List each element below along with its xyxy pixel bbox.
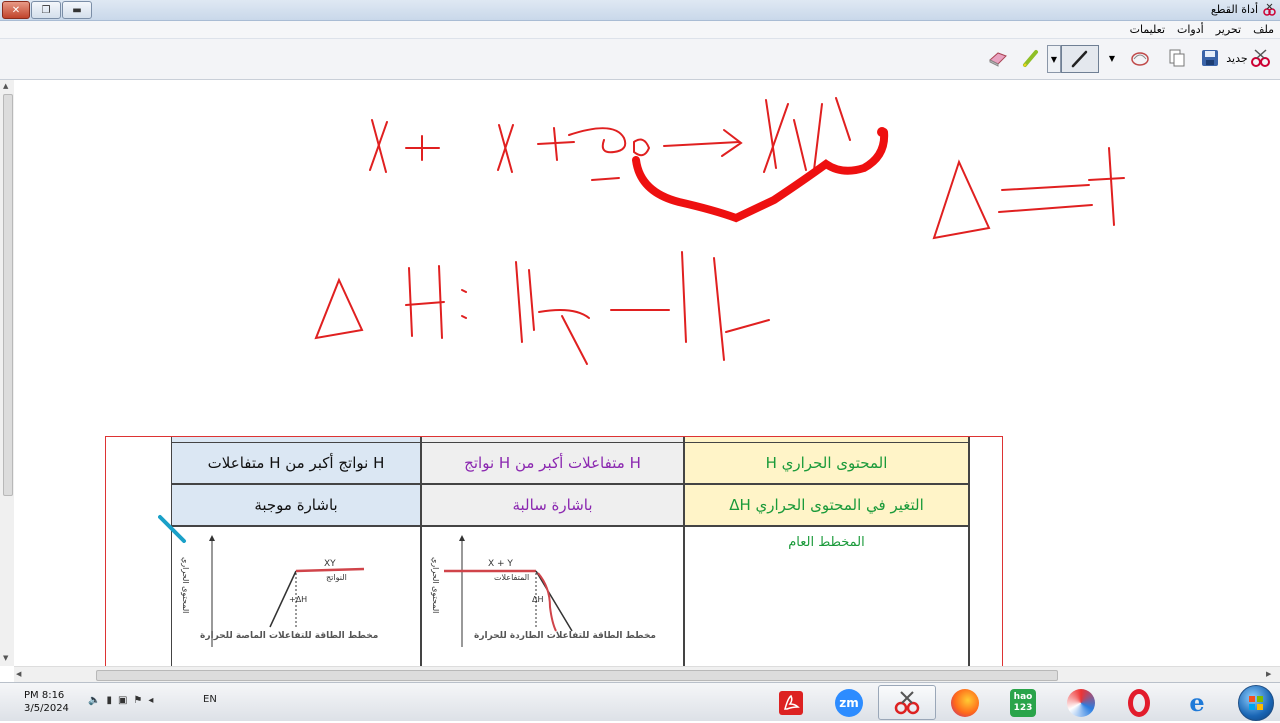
- endo-h-cell: H نواتج أكبر من H متفاعلات: [171, 442, 421, 484]
- exo-top-label: X + Y: [488, 559, 513, 569]
- pen-dropdown-button[interactable]: ▼: [1047, 45, 1061, 73]
- pdf-icon: [779, 690, 803, 715]
- save-icon: [1202, 50, 1218, 66]
- ink-equation-line1: [314, 97, 1125, 365]
- language-indicator[interactable]: EN: [203, 694, 217, 705]
- exo-y-axis-label: المحتوى الحراري: [431, 557, 440, 614]
- flag-icon[interactable]: ⚑: [133, 695, 142, 706]
- taskbar-app-snipping-tool[interactable]: [878, 685, 936, 720]
- pen-cursor-icon: [158, 515, 186, 543]
- taskbar-app-zoom[interactable]: zm: [820, 685, 878, 720]
- restore-button[interactable]: ❐: [31, 1, 61, 19]
- volume-icon[interactable]: 🔈: [88, 695, 100, 706]
- endo-y-axis-label: المحتوى الحراري: [181, 557, 190, 614]
- window-title: أداة القطع: [1210, 3, 1258, 16]
- taskbar-app-firefox[interactable]: [936, 685, 994, 720]
- clock-date: 3/5/2024: [24, 703, 69, 714]
- menu-file[interactable]: ملف: [1253, 23, 1274, 36]
- table-right-border: [969, 437, 970, 666]
- endo-sub-label: النواتج: [326, 573, 347, 582]
- taskbar-app-opera[interactable]: [1110, 685, 1168, 720]
- taskbar: PM 8:16 3/5/2024 🔈 ▮ ▣ ⚑ ◂ EN zm hao 123…: [0, 682, 1280, 721]
- system-tray: 🔈 ▮ ▣ ⚑ ◂: [88, 695, 153, 706]
- taskbar-app-swirl[interactable]: [1052, 685, 1110, 720]
- menu-edit[interactable]: تحرير: [1216, 23, 1241, 36]
- highlighter-button[interactable]: [1018, 45, 1044, 71]
- horizontal-scrollbar[interactable]: ◀ ▶: [14, 666, 1280, 683]
- scroll-right-icon[interactable]: ▶: [1266, 670, 1271, 678]
- menu-help[interactable]: تعليمات: [1130, 23, 1165, 36]
- highlighter-icon: [1023, 50, 1038, 67]
- pen-icon: [1071, 50, 1088, 68]
- new-snip-button[interactable]: جديد: [1226, 45, 1272, 71]
- horizontal-scroll-thumb[interactable]: [96, 670, 1058, 681]
- graph-row-label-cell: المخطط العام: [684, 526, 969, 666]
- taskbar-apps: zm hao 123 e: [762, 685, 1226, 720]
- scissors-icon: [1250, 49, 1270, 67]
- exo-dh-label: ΔH: [532, 595, 544, 604]
- ink-dot: [877, 127, 887, 137]
- taskbar-app-pdf[interactable]: [762, 685, 820, 720]
- embedded-table-image: H نواتج أكبر من H متفاعلات H متفاعلات أك…: [105, 436, 1003, 666]
- ie-icon: e: [1189, 688, 1205, 717]
- email-icon: [1131, 52, 1149, 66]
- dh-row-label: التغير في المحتوى الحراري ΔH: [684, 484, 969, 526]
- copy-icon: [1169, 49, 1185, 67]
- scroll-left-icon[interactable]: ◀: [16, 670, 21, 678]
- clock[interactable]: PM 8:16 3/5/2024: [24, 689, 69, 715]
- send-email-button[interactable]: [1126, 45, 1154, 71]
- snipping-tool-icon: [894, 690, 920, 714]
- h-row-label: المحتوى الحراري H: [684, 442, 969, 484]
- minimize-button[interactable]: ▬: [62, 1, 92, 19]
- app-swirl-icon: [1067, 688, 1095, 717]
- menu-bar: ملف تحرير أدوات تعليمات: [0, 21, 1280, 39]
- comparison-table: H نواتج أكبر من H متفاعلات H متفاعلات أك…: [171, 437, 969, 666]
- pen-tool-button[interactable]: [1061, 45, 1099, 73]
- clock-time: PM 8:16: [24, 690, 65, 701]
- title-bar: ✕ ❐ ▬ أداة القطع: [0, 0, 1280, 21]
- zoom-icon: zm: [835, 688, 863, 717]
- scroll-up-icon[interactable]: ▲: [3, 82, 8, 90]
- eraser-button[interactable]: [984, 45, 1012, 71]
- window-controls: ✕ ❐ ▬: [2, 1, 92, 19]
- endo-top-label: XY: [324, 559, 336, 569]
- save-button[interactable]: [1197, 45, 1223, 71]
- exo-sub-label: المتفاعلات: [494, 573, 530, 582]
- show-hidden-icon[interactable]: ◂: [148, 695, 153, 706]
- exo-graph-cell: X + Y المتفاعلات ΔH المحتوى الحراري مخطط…: [421, 526, 684, 666]
- taskbar-app-hao123[interactable]: hao 123: [994, 685, 1052, 720]
- snipping-tool-app-icon: [1263, 3, 1276, 16]
- exo-h-cell: H متفاعلات أكبر من H نواتج: [421, 442, 684, 484]
- graph-row-label: المخطط العام: [788, 535, 865, 550]
- network-icon[interactable]: ▮: [106, 695, 112, 706]
- opera-icon: [1128, 688, 1150, 717]
- windows-logo-icon: [1249, 696, 1263, 710]
- endo-caption: مخطط الطاقة للتفاعلات الماصة للحرارة: [200, 631, 379, 641]
- endo-graph-cell: XY النواتج ΔH+ المحتوى الحراري مخطط الطا…: [171, 526, 421, 666]
- start-button[interactable]: [1238, 685, 1274, 721]
- scroll-down-icon[interactable]: ▼: [3, 654, 8, 662]
- new-snip-label: جديد: [1226, 51, 1248, 65]
- exothermic-energy-diagram: [444, 535, 573, 647]
- chevron-down-icon: ▼: [1108, 53, 1116, 63]
- menu-tools[interactable]: أدوات: [1177, 23, 1204, 36]
- exo-caption: مخطط الطاقة للتفاعلات الطاردة للحرارة: [474, 631, 657, 641]
- vertical-scroll-thumb[interactable]: [3, 94, 13, 496]
- toolbar: جديد ▼ ▼: [0, 39, 1280, 80]
- snip-canvas[interactable]: H نواتج أكبر من H متفاعلات H متفاعلات أك…: [14, 80, 1271, 666]
- close-button[interactable]: ✕: [2, 1, 30, 19]
- taskbar-app-ie[interactable]: e: [1168, 685, 1226, 720]
- device-icon[interactable]: ▣: [118, 695, 127, 706]
- exo-dh-cell: باشارة سالبة: [421, 484, 684, 526]
- hao123-icon: hao 123: [1010, 688, 1036, 717]
- firefox-icon: [951, 688, 979, 717]
- eraser-icon: [989, 52, 1007, 67]
- endo-dh-cell: باشارة موجبة: [171, 484, 421, 526]
- vertical-scrollbar[interactable]: ▲ ▼: [0, 80, 15, 666]
- chevron-down-icon: ▼: [1050, 54, 1058, 64]
- email-dropdown-button[interactable]: ▼: [1106, 45, 1118, 71]
- copy-button[interactable]: [1164, 45, 1190, 71]
- endo-dh-label: ΔH+: [289, 595, 308, 604]
